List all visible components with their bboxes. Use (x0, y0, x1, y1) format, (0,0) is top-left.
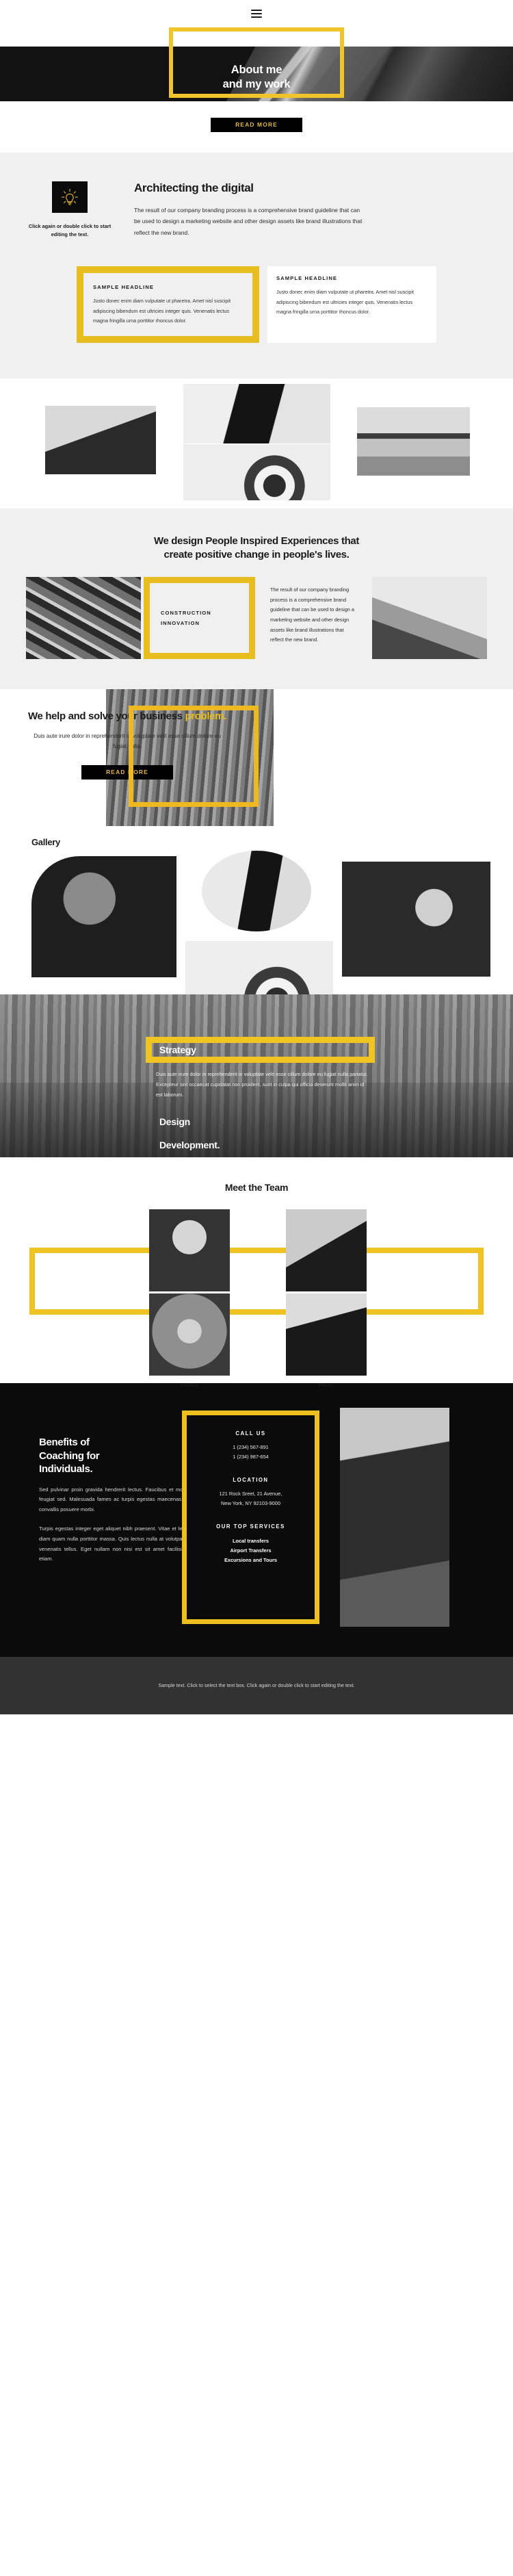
sample-card-2-headline: SAMPLE HEADLINE (276, 275, 338, 282)
team-member-name: PAUL (318, 1382, 334, 1389)
gallery-heading: Gallery (31, 837, 60, 848)
design-section: We design People Inspired Experiences th… (0, 508, 513, 690)
photo-architecture-balconies[interactable] (26, 577, 141, 660)
photo-nick-portrait (286, 1209, 367, 1292)
design-heading-line1: We design People Inspired Experiences th… (153, 534, 360, 547)
contact-location-heading: LOCATION (233, 1477, 269, 1484)
design-heading-line2: create positive change in people's lives… (163, 548, 350, 561)
team-section: Meet the Team MARGO NICK LINDA PAUL (0, 1157, 513, 1388)
design-heading: We design People Inspired Experiences th… (0, 534, 513, 563)
photo-linda-portrait (149, 1293, 230, 1376)
help-section: We help and solve your business problem.… (0, 689, 513, 827)
contact-services-heading: OUR TOP SERVICES (216, 1523, 285, 1530)
sample-card-1-body: Justo donec enim diam vulputate ut phare… (93, 298, 231, 324)
contact-service-2[interactable]: Airport Transfers (194, 1546, 308, 1556)
bottom-bar-text: Sample text. Click to select the text bo… (158, 1682, 355, 1688)
construction-innovation-box: CONSTRUCTION INNOVATION (144, 577, 255, 660)
benefits-heading-line2: Coaching for (39, 1450, 100, 1462)
contact-service-1[interactable]: Local transfers (194, 1536, 308, 1546)
benefits-heading-line1: Benefits of (39, 1437, 90, 1449)
hero-section: About me and my work (0, 27, 513, 101)
team-member-card[interactable]: NICK (286, 1209, 367, 1304)
gallery-section: Gallery (0, 826, 513, 1021)
benefits-footer-section: Benefits of Coaching for Individuals. Se… (0, 1383, 513, 1658)
hero-title-line2: and my work (222, 78, 291, 91)
contact-call-heading: CALL US (235, 1430, 266, 1437)
benefits-heading-line3: Individuals. (39, 1463, 93, 1476)
contact-address-line-1: 121 Rock Sreet, 21 Avenue, (219, 1491, 282, 1497)
photo-spiral-staircase[interactable] (183, 443, 330, 500)
strategy-word-strategy: Strategy (159, 1044, 196, 1056)
contact-phone-1[interactable]: 1 (234) 567-891 (194, 1443, 308, 1452)
architecting-heading: Architecting the digital (134, 181, 254, 194)
hero-title: About me and my work (0, 63, 513, 92)
benefits-heading: Benefits of Coaching for Individuals. (39, 1436, 203, 1476)
photo-white-shirt-hands[interactable] (183, 383, 330, 443)
construction-innovation-line1: CONSTRUCTION (161, 609, 211, 616)
photo-ear-earring[interactable] (31, 856, 176, 978)
bottom-bar: Sample text. Click to select the text bo… (0, 1657, 513, 1715)
sample-card-2[interactable]: SAMPLE HEADLINE Justo donec enim diam vu… (267, 266, 436, 343)
contact-service-3[interactable]: Excursions and Tours (194, 1556, 308, 1565)
help-yellow-frame (129, 706, 259, 808)
landing-page: About me and my work READ MORE Click aga… (0, 0, 513, 1715)
hero-title-line1: About me (231, 64, 282, 76)
sample-card-1[interactable]: SAMPLE HEADLINE Justo donec enim diam vu… (77, 266, 259, 343)
hamburger-menu-icon[interactable] (251, 10, 262, 18)
hero-read-more-button[interactable]: READ MORE (211, 118, 302, 132)
design-paragraph: The result of our company branding proce… (270, 587, 354, 643)
photo-margo-portrait (149, 1209, 230, 1292)
hero-cta-row: READ MORE (0, 101, 513, 153)
strategy-paragraph: Duis aute irure dolor in reprehenderit i… (156, 1071, 368, 1098)
photo-white-shirt-oval[interactable] (202, 851, 311, 932)
strategy-word-design: Design (159, 1116, 190, 1128)
sample-headline-cards: SAMPLE HEADLINE Justo donec enim diam vu… (0, 266, 513, 343)
lightbulb-icon (52, 181, 88, 213)
benefits-paragraph-1: Sed pulvinar proin gravida hendrerit lec… (39, 1486, 203, 1513)
team-yellow-frame (29, 1248, 484, 1315)
architecting-text-column: Architecting the digital The result of o… (114, 181, 487, 239)
contact-card: CALL US 1 (234) 567-891 1 (234) 987-654 … (182, 1411, 319, 1625)
team-member-card[interactable]: LINDA (149, 1293, 230, 1388)
photo-white-building-arch[interactable] (372, 577, 487, 660)
photo-woman-portrait[interactable] (45, 405, 156, 474)
architecting-icon-column: Click again or double click to start edi… (26, 181, 114, 239)
architecting-section: Click again or double click to start edi… (0, 153, 513, 378)
photo-paul-portrait (286, 1293, 367, 1376)
construction-innovation-line2: INNOVATION (161, 620, 200, 627)
contact-phone-2[interactable]: 1 (234) 987-654 (194, 1453, 308, 1462)
photo-woman-street-coat[interactable] (340, 1408, 449, 1627)
photo-city-skyline-beach[interactable] (357, 407, 470, 476)
top-navbar (0, 0, 513, 27)
photo-woman-resting-head[interactable] (342, 862, 490, 977)
architecting-paragraph: The result of our company branding proce… (134, 207, 363, 236)
team-member-name: LINDA (180, 1382, 199, 1389)
photo-grid-1 (0, 378, 513, 508)
team-member-card[interactable]: PAUL (286, 1293, 367, 1388)
team-member-card[interactable]: MARGO (149, 1209, 230, 1304)
sample-card-1-headline: SAMPLE HEADLINE (93, 284, 155, 291)
strategy-section: Strategy Duis aute irure dolor in repreh… (0, 994, 513, 1158)
benefits-text-block: Benefits of Coaching for Individuals. Se… (39, 1436, 203, 1564)
contact-address-line-2: New York, NY 92103-9000 (221, 1500, 280, 1507)
team-heading: Meet the Team (224, 1182, 289, 1194)
benefits-paragraph-2: Turpis egestas integer eget aliquet nibh… (39, 1525, 203, 1562)
strategy-word-development: Development. (159, 1139, 220, 1151)
sample-card-2-body: Justo donec enim diam vulputate ut phare… (276, 289, 414, 315)
architecting-icon-note: Click again or double click to start edi… (28, 223, 111, 238)
